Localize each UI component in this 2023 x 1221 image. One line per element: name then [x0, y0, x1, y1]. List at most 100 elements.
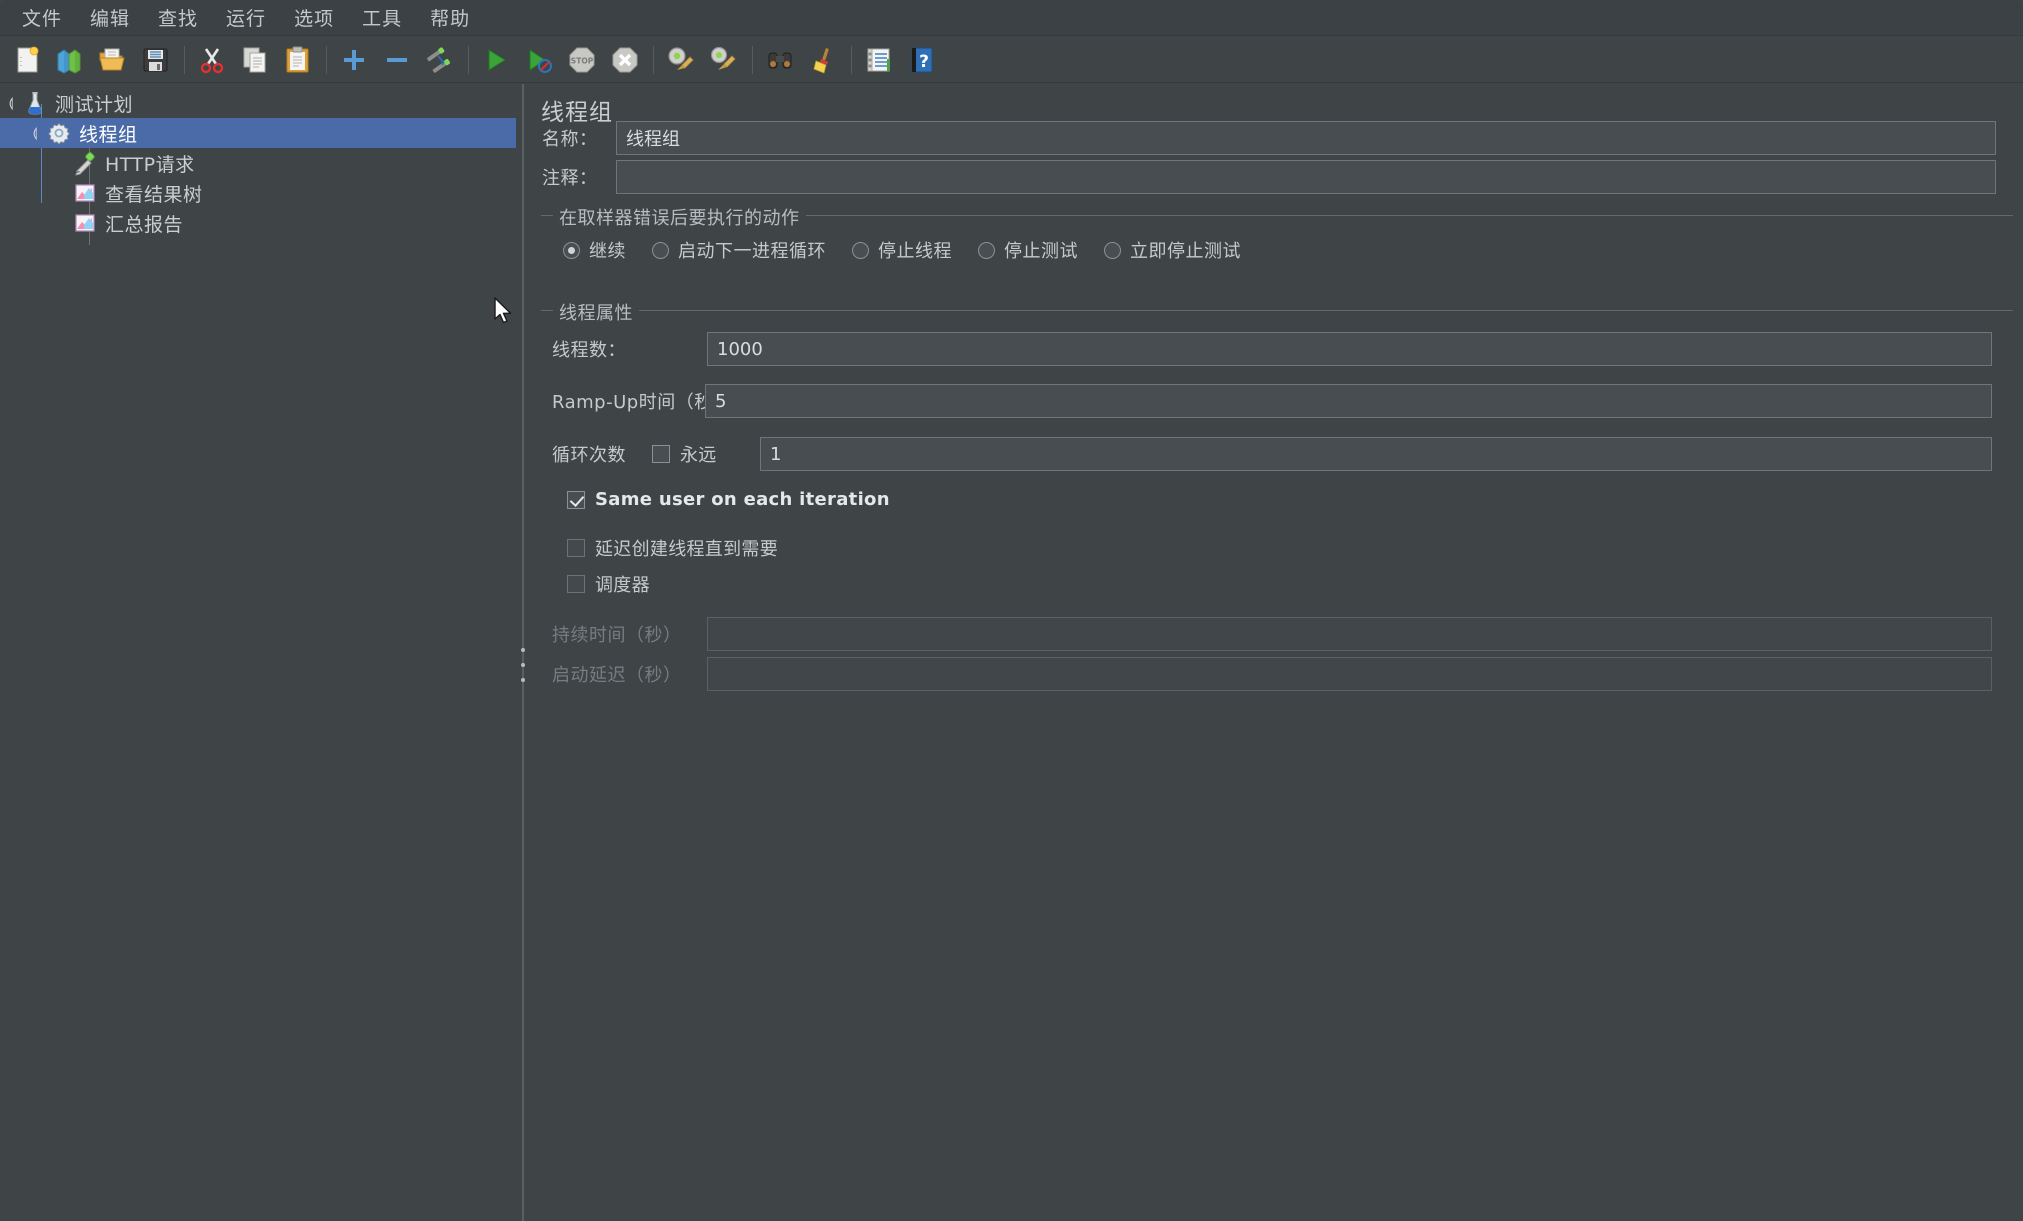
menu-bar: 文件 编辑 查找 运行 选项 工具 帮助 — [0, 0, 2023, 36]
forever-checkbox[interactable]: 永远 — [652, 441, 760, 467]
http-request-icon — [72, 150, 98, 176]
tree-node-label: 测试计划 — [55, 93, 134, 116]
test-plan-tree-pane: ⟬ 测试计划 ⟬ 线程组 HTTP请求 查看结果树 汇总报告 — [0, 84, 516, 1221]
thread-properties-group: 线程属性 线程数： Ramp-Up时间（秒）： 循环次数 永远 — [541, 299, 2013, 710]
same-user-checkbox-label: Same user on each iteration — [595, 489, 890, 510]
radio-stop-test-indicator[interactable] — [978, 241, 995, 259]
scheduler-checkbox[interactable]: 调度器 — [567, 571, 650, 597]
name-row: 名称： — [530, 118, 2023, 158]
delay-thread-creation-checkbox[interactable]: 延迟创建线程直到需要 — [567, 535, 778, 561]
toolbar-separator — [653, 45, 654, 74]
cut-icon[interactable] — [194, 42, 230, 78]
radio-stop-test-now-indicator[interactable] — [1104, 241, 1121, 259]
tree-node-test-plan[interactable]: ⟬ 测试计划 — [0, 88, 516, 118]
duration-label: 持续时间（秒） — [552, 625, 682, 646]
radio-stop-thread-label: 停止线程 — [878, 241, 952, 262]
on-sampler-error-radios: 继续 启动下一进程循环 停止线程 停止测试 立即停止测试 — [563, 237, 1251, 263]
pane-splitter[interactable] — [516, 84, 530, 1221]
templates-icon[interactable] — [52, 42, 88, 78]
startup-delay-input[interactable] — [707, 657, 1992, 691]
toolbar-separator — [184, 45, 185, 74]
menu-item-options[interactable]: 选项 — [280, 0, 348, 35]
save-icon[interactable] — [138, 42, 174, 78]
num-threads-input[interactable] — [707, 332, 1992, 366]
start-no-pauses-icon[interactable] — [521, 42, 557, 78]
thread-properties-group-title: 线程属性 — [553, 299, 639, 325]
function-helper-icon[interactable] — [861, 42, 897, 78]
tree-node-view-results-tree[interactable]: 查看结果树 — [0, 178, 516, 208]
chevron-down-icon[interactable]: ⟬ — [0, 88, 22, 118]
tree-node-label: 线程组 — [79, 123, 138, 146]
menu-item-tools[interactable]: 工具 — [348, 0, 416, 35]
comment-label: 注释： — [542, 168, 598, 189]
duration-input[interactable] — [707, 617, 1992, 651]
stop-icon[interactable]: STOP — [564, 42, 600, 78]
menu-item-help[interactable]: 帮助 — [416, 0, 484, 35]
radio-continue-label: 继续 — [589, 241, 626, 262]
same-user-checkbox-box[interactable] — [567, 490, 585, 509]
startup-delay-label: 启动延迟（秒） — [552, 665, 682, 686]
copy-icon[interactable] — [237, 42, 273, 78]
radio-stop-test-label: 停止测试 — [1004, 241, 1078, 262]
expand-all-icon[interactable] — [336, 42, 372, 78]
name-input[interactable] — [616, 121, 1996, 155]
radio-stop-test[interactable]: 停止测试 — [978, 237, 1078, 263]
listener-icon — [72, 210, 98, 236]
radio-stop-thread[interactable]: 停止线程 — [852, 237, 952, 263]
collapse-all-icon[interactable] — [379, 42, 415, 78]
toolbar-separator — [851, 45, 852, 74]
comment-input[interactable] — [616, 160, 1996, 194]
toolbar-separator — [752, 45, 753, 74]
delay-thread-creation-row: 延迟创建线程直到需要 — [567, 535, 778, 561]
ramp-up-input[interactable] — [705, 384, 1992, 418]
start-icon[interactable] — [478, 42, 514, 78]
toolbar-separator — [468, 45, 469, 74]
scheduler-checkbox-box[interactable] — [567, 575, 585, 593]
forever-checkbox-label: 永远 — [680, 445, 717, 466]
clear-icon[interactable] — [663, 42, 699, 78]
open-icon[interactable] — [95, 42, 131, 78]
paste-icon[interactable] — [280, 42, 316, 78]
help-icon[interactable]: ? — [904, 42, 940, 78]
forever-checkbox-box[interactable] — [652, 445, 670, 463]
tree-node-thread-group[interactable]: ⟬ 线程组 — [0, 118, 516, 148]
radio-start-next-loop-indicator[interactable] — [652, 241, 669, 259]
search-icon[interactable] — [762, 42, 798, 78]
same-user-checkbox[interactable]: Same user on each iteration — [567, 489, 890, 510]
radio-stop-thread-indicator[interactable] — [852, 241, 869, 259]
radio-continue-indicator[interactable] — [563, 241, 580, 259]
menu-item-file[interactable]: 文件 — [8, 0, 76, 35]
test-plan-tree: ⟬ 测试计划 ⟬ 线程组 HTTP请求 查看结果树 汇总报告 — [0, 84, 516, 245]
same-user-checkbox-row: Same user on each iteration — [567, 489, 890, 510]
comment-row: 注释： — [530, 157, 2023, 197]
menu-item-search[interactable]: 查找 — [144, 0, 212, 35]
search-reset-icon[interactable] — [805, 42, 841, 78]
radio-start-next-loop[interactable]: 启动下一进程循环 — [652, 237, 826, 263]
chevron-down-icon[interactable]: ⟬ — [24, 118, 46, 148]
splitter-grip-icon[interactable] — [519, 648, 527, 682]
clear-all-icon[interactable] — [706, 42, 742, 78]
on-sampler-error-group-title: 在取样器错误后要执行的动作 — [553, 204, 806, 230]
on-sampler-error-group: 在取样器错误后要执行的动作 继续 启动下一进程循环 停止线程 停止测试 立即停止… — [541, 204, 2013, 287]
menu-item-edit[interactable]: 编辑 — [76, 0, 144, 35]
loop-count-input[interactable] — [760, 437, 1992, 471]
delay-thread-creation-checkbox-box[interactable] — [567, 539, 585, 557]
radio-continue[interactable]: 继续 — [563, 237, 626, 263]
num-threads-label: 线程数： — [552, 340, 626, 361]
tree-node-http-request[interactable]: HTTP请求 — [0, 148, 516, 178]
tree-node-label: 查看结果树 — [105, 183, 203, 206]
new-icon[interactable] — [9, 42, 45, 78]
radio-stop-test-now-label: 立即停止测试 — [1130, 241, 1241, 262]
tree-node-summary-report[interactable]: 汇总报告 — [0, 208, 516, 238]
thread-group-config-pane: 线程组 名称： 注释： 在取样器错误后要执行的动作 继续 启动下一进程循环 — [530, 84, 2023, 1221]
test-plan-icon — [22, 90, 48, 116]
tree-node-label: 汇总报告 — [105, 213, 184, 236]
thread-group-icon — [46, 120, 72, 146]
scheduler-checkbox-label: 调度器 — [595, 575, 650, 596]
shutdown-icon[interactable] — [607, 42, 643, 78]
ramp-up-label: Ramp-Up时间（秒）： — [552, 392, 741, 413]
toggle-icon[interactable] — [422, 42, 458, 78]
menu-item-run[interactable]: 运行 — [212, 0, 280, 35]
radio-stop-test-now[interactable]: 立即停止测试 — [1104, 237, 1241, 263]
radio-start-next-loop-label: 启动下一进程循环 — [678, 241, 826, 262]
